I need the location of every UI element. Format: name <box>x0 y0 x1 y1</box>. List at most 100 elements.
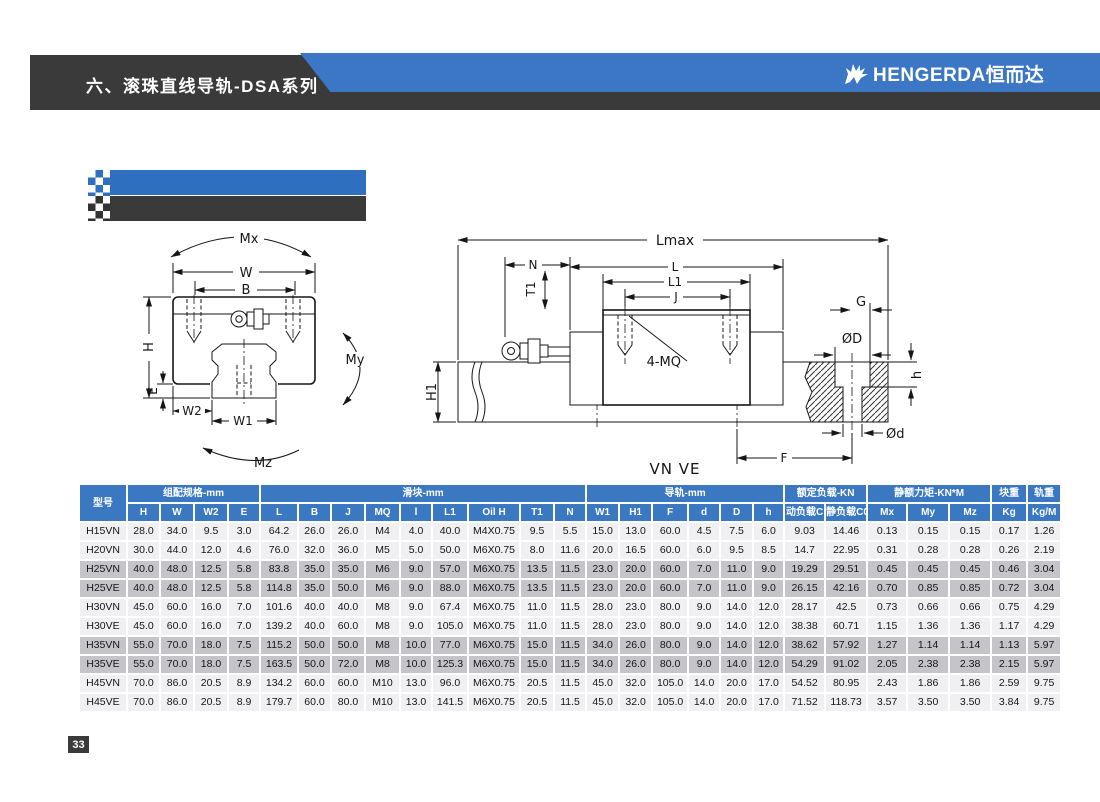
cell-H15VN-15: 60.0 <box>653 523 687 540</box>
cell-H20VN-12: 11.6 <box>555 542 585 559</box>
cell-H35VN-17: 14.0 <box>721 637 752 654</box>
cell-H45VN-6: 60.0 <box>332 675 364 692</box>
cell-H15VN-22: 0.15 <box>908 523 948 540</box>
col-header-22: My <box>908 504 948 521</box>
cell-H35VE-16: 9.0 <box>689 656 719 673</box>
cell-H45VN-15: 105.0 <box>653 675 687 692</box>
cell-H45VE-3: 8.9 <box>229 694 259 711</box>
cell-H35VN-1: 70.0 <box>161 637 193 654</box>
cell-H30VN-17: 14.0 <box>721 599 752 616</box>
dim-label-f: F <box>781 451 788 465</box>
cell-H20VN-8: 5.0 <box>401 542 431 559</box>
cell-H15VN-8: 4.0 <box>401 523 431 540</box>
col-group-0: 型号 <box>80 485 126 521</box>
cell-H25VE-24: 0.72 <box>992 580 1026 597</box>
series-banner-high-assembly: DSAH_ ：高组装系列 <box>110 170 366 195</box>
cell-H20VN-19: 14.7 <box>785 542 824 559</box>
cell-H45VN-12: 11.5 <box>555 675 585 692</box>
model-cell: H45VE <box>80 694 126 711</box>
cell-H35VN-23: 1.14 <box>950 637 990 654</box>
cell-H45VE-21: 3.57 <box>868 694 906 711</box>
cell-H25VE-20: 42.16 <box>826 580 866 597</box>
cell-H20VN-22: 0.28 <box>908 542 948 559</box>
banner-checker-decoration <box>88 170 110 221</box>
dim-label-t1: T1 <box>524 282 538 298</box>
cell-H25VN-18: 9.0 <box>754 561 783 578</box>
cell-H30VN-22: 0.66 <box>908 599 948 616</box>
brand-lion-icon <box>843 62 869 86</box>
col-group-4: 额定负载-KN <box>785 485 866 502</box>
cell-H15VN-21: 0.13 <box>868 523 906 540</box>
side-view-drawing: 4-MQ Lmax N L L1 J T1 G ØD h <box>425 215 930 480</box>
cell-H25VE-25: 3.04 <box>1028 580 1060 597</box>
cell-H35VE-8: 10.0 <box>401 656 431 673</box>
cell-H30VN-23: 0.66 <box>950 599 990 616</box>
cell-H25VE-18: 9.0 <box>754 580 783 597</box>
cell-H15VN-17: 7.5 <box>721 523 752 540</box>
col-header-18: h <box>754 504 783 521</box>
cell-H35VN-8: 10.0 <box>401 637 431 654</box>
col-header-14: H1 <box>620 504 651 521</box>
dim-label-h: H <box>142 342 157 352</box>
table-row-H15VN: H15VN28.034.09.53.064.226.026.0M44.040.0… <box>80 523 1060 540</box>
cell-H45VE-14: 32.0 <box>620 694 651 711</box>
cell-H30VE-22: 1.36 <box>908 618 948 635</box>
dim-label-my: My <box>346 353 365 368</box>
cell-H30VN-10: M6X0.75 <box>469 599 519 616</box>
cell-H35VE-13: 34.0 <box>587 656 618 673</box>
cell-H30VE-9: 105.0 <box>433 618 467 635</box>
cell-H35VE-12: 11.5 <box>555 656 585 673</box>
table-row-H25VN: H25VN40.048.012.55.883.835.035.0M69.057.… <box>80 561 1060 578</box>
cell-H45VE-11: 20.5 <box>521 694 553 711</box>
cell-H25VN-9: 57.0 <box>433 561 467 578</box>
cell-H20VN-5: 32.0 <box>299 542 330 559</box>
cell-H15VN-7: M4 <box>366 523 399 540</box>
cell-H25VN-15: 60.0 <box>653 561 687 578</box>
cell-H30VE-7: M8 <box>366 618 399 635</box>
cell-H20VN-20: 22.95 <box>826 542 866 559</box>
cell-H45VE-6: 80.0 <box>332 694 364 711</box>
model-cell: H35VN <box>80 637 126 654</box>
cell-H35VE-1: 70.0 <box>161 656 193 673</box>
cell-H35VE-5: 50.0 <box>299 656 330 673</box>
cell-H30VE-5: 40.0 <box>299 618 330 635</box>
cell-H25VE-2: 12.5 <box>195 580 227 597</box>
cell-H25VE-10: M6X0.75 <box>469 580 519 597</box>
cell-H45VN-25: 9.75 <box>1028 675 1060 692</box>
dim-label-lmax: Lmax <box>656 233 694 249</box>
cell-H35VE-20: 91.02 <box>826 656 866 673</box>
dim-label-mz: Mz <box>254 456 272 471</box>
cell-H35VN-19: 38.62 <box>785 637 824 654</box>
cell-H15VN-6: 26.0 <box>332 523 364 540</box>
dim-label-w1: W1 <box>233 414 253 428</box>
grease-nipple <box>502 339 570 363</box>
cell-H45VE-2: 20.5 <box>195 694 227 711</box>
cell-H45VE-0: 70.0 <box>128 694 159 711</box>
model-cell: H30VE <box>80 618 126 635</box>
cell-H20VN-24: 0.26 <box>992 542 1026 559</box>
cell-H20VN-13: 20.0 <box>587 542 618 559</box>
cell-H25VE-3: 5.8 <box>229 580 259 597</box>
col-header-5: B <box>299 504 330 521</box>
cell-H45VN-18: 17.0 <box>754 675 783 692</box>
brand-name: HENGERDA恒而达 <box>873 60 1044 87</box>
cell-H30VN-1: 60.0 <box>161 599 193 616</box>
cell-H20VN-17: 9.5 <box>721 542 752 559</box>
cell-H30VN-16: 9.0 <box>689 599 719 616</box>
table-row-H30VE: H30VE45.060.016.07.0139.240.060.0M89.010… <box>80 618 1060 635</box>
cell-H35VN-12: 11.5 <box>555 637 585 654</box>
cell-H30VE-4: 139.2 <box>261 618 297 635</box>
table-row-H45VN: H45VN70.086.020.58.9134.260.060.0M1013.0… <box>80 675 1060 692</box>
cell-H35VE-11: 15.0 <box>521 656 553 673</box>
brand-logo: HENGERDA恒而达 <box>843 60 1044 87</box>
dim-label-j: J <box>673 290 678 304</box>
cell-H30VN-3: 7.0 <box>229 599 259 616</box>
cell-H35VN-6: 50.0 <box>332 637 364 654</box>
cell-H25VE-21: 0.70 <box>868 580 906 597</box>
cell-H45VE-4: 179.7 <box>261 694 297 711</box>
col-header-21: Mx <box>868 504 906 521</box>
cell-H30VN-15: 80.0 <box>653 599 687 616</box>
col-group-1: 组配规格-mm <box>128 485 259 502</box>
cell-H30VE-1: 60.0 <box>161 618 193 635</box>
cell-H25VN-25: 3.04 <box>1028 561 1060 578</box>
